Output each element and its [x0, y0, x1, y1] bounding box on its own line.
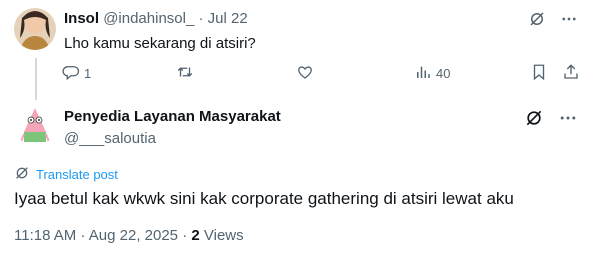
retweet-icon — [176, 63, 194, 84]
retweet-button[interactable] — [176, 63, 194, 84]
tweet1-date[interactable]: Jul 22 — [208, 10, 248, 27]
tweet1-action-bar: 1 40 — [62, 63, 582, 85]
tweet2-date[interactable]: Aug 22, 2025 — [89, 227, 178, 244]
tweet1-author-handle[interactable]: @indahinsol_ — [103, 10, 194, 27]
grok-icon[interactable] — [528, 10, 546, 33]
tweet2-views-label: Views — [203, 227, 244, 244]
tweet2-text: Iyaa betul kak wkwk sini kak corporate g… — [14, 189, 514, 208]
tweet2-author-handle[interactable]: @___saloutia — [64, 130, 156, 147]
views-count: 40 — [436, 66, 451, 81]
bookmark-button[interactable] — [530, 63, 548, 84]
views-button[interactable]: 40 — [414, 63, 450, 84]
translate-post-label: Translate post — [36, 167, 118, 182]
avatar-penyedia[interactable] — [14, 104, 56, 146]
tweet2-meta-separator-2: · — [182, 227, 188, 244]
bookmark-icon — [530, 63, 548, 84]
reply-count: 1 — [84, 66, 92, 81]
more-icon[interactable] — [560, 10, 578, 33]
like-button[interactable] — [296, 63, 314, 84]
share-button[interactable] — [562, 63, 580, 84]
views-icon — [414, 63, 432, 84]
reply-button[interactable]: 1 — [62, 63, 91, 84]
tweet2-top-icons — [524, 108, 578, 133]
share-icon — [562, 63, 580, 84]
like-icon — [296, 63, 314, 84]
globe-icon — [14, 165, 30, 184]
tweet2-views-count[interactable]: 2 — [191, 227, 199, 244]
thread-connector-line — [35, 58, 37, 100]
reply-icon — [62, 63, 80, 84]
tweet2-meta-separator-1: · — [80, 227, 86, 244]
tweet1-separator: · — [198, 10, 204, 27]
tweet2-time[interactable]: 11:18 AM — [14, 227, 76, 244]
tweet1-header: Insol @indahinsol_ · Jul 22 — [64, 10, 248, 28]
translate-post-link[interactable]: Translate post — [14, 165, 118, 184]
tweet1-top-icons — [528, 10, 578, 33]
tweet2-meta: 11:18 AM · Aug 22, 2025 · 2 Views — [14, 227, 244, 244]
more-icon[interactable] — [558, 108, 578, 133]
avatar-insol[interactable] — [14, 8, 56, 50]
grok-icon[interactable] — [524, 108, 544, 133]
tweet1-author-name[interactable]: Insol — [64, 10, 99, 27]
tweet2-author-name[interactable]: Penyedia Layanan Masyarakat — [64, 108, 281, 125]
tweet1-text: Lho kamu sekarang di atsiri? — [64, 35, 256, 52]
